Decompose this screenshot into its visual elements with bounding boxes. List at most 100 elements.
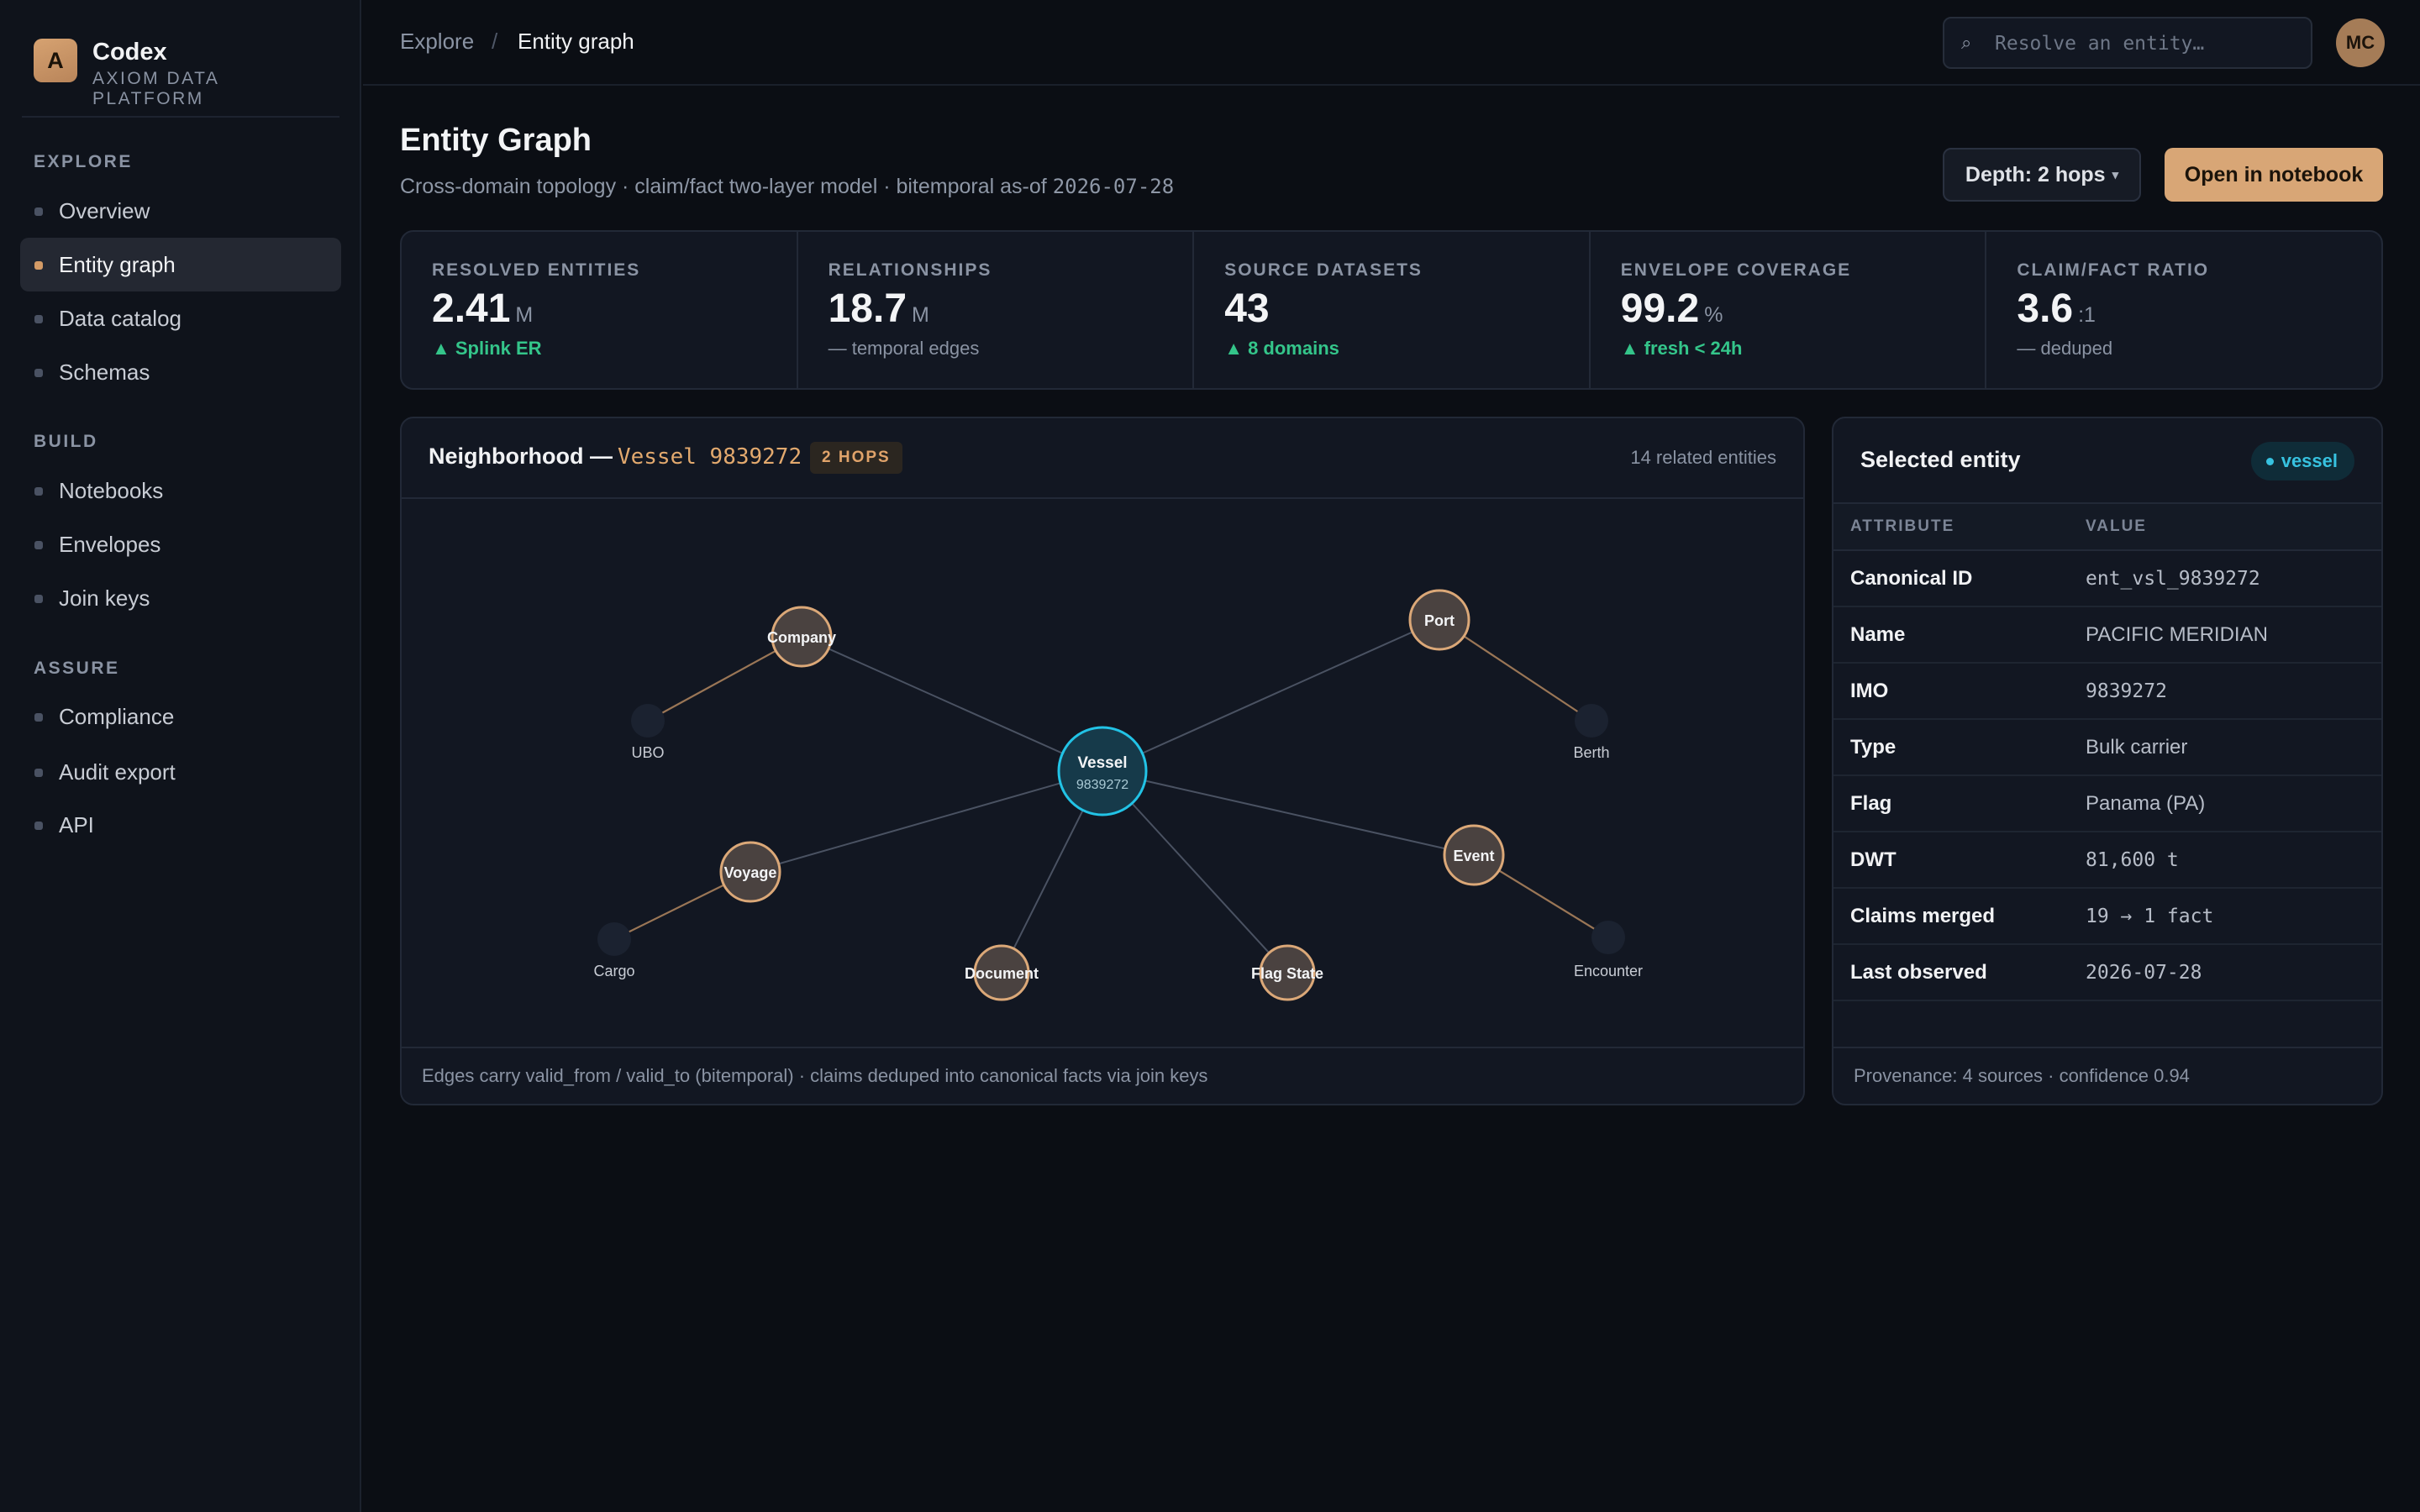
- graph-edge: [801, 636, 1103, 772]
- page-subtitle-date: 2026-07-28: [1052, 175, 1175, 198]
- stat-value: 43: [1224, 286, 1274, 332]
- stat-unit: %: [1704, 303, 1723, 327]
- stat-note: — deduped: [2017, 338, 2113, 359]
- search-icon: ⌕: [1961, 32, 1972, 53]
- graph-node-label: Event: [1453, 848, 1494, 864]
- graph-node-cargo[interactable]: Cargo: [593, 922, 635, 979]
- stat-number: 3.6: [2017, 286, 2074, 331]
- attribute-cell: IMO: [1833, 663, 2086, 720]
- graph-node-vessel-center[interactable]: Vessel 9839272: [1057, 726, 1148, 816]
- table-row[interactable]: Claims merged 19 → 1 fact: [1833, 888, 2381, 945]
- search-box[interactable]: ⌕: [1943, 17, 2312, 69]
- graph-node-voyage[interactable]: Voyage: [719, 841, 781, 903]
- value-cell: 81,600 t: [2086, 832, 2381, 889]
- stat-label: SOURCE DATASETS: [1224, 260, 1423, 280]
- table-row[interactable]: Type Bulk carrier: [1833, 719, 2381, 776]
- graph-title-prefix: Neighborhood —: [429, 444, 613, 469]
- stat-relationships: RELATIONSHIPS 18.7 M — temporal edges: [798, 232, 1195, 388]
- sidebar-item-label: Schemas: [59, 359, 150, 385]
- graph-node-berth[interactable]: Berth: [1573, 704, 1610, 761]
- nav-section-assure: ASSURE: [34, 659, 120, 678]
- sidebar-item-label: Data catalog: [59, 305, 182, 331]
- brand[interactable]: A Codex AXIOM DATA PLATFORM: [34, 39, 336, 108]
- sidebar-item-label: Envelopes: [59, 531, 161, 557]
- page-title: Entity Graph: [400, 123, 592, 158]
- graph-node-label: Vessel: [1077, 754, 1127, 772]
- entity-panel-header: Selected entity vessel: [1833, 418, 2381, 502]
- stat-number: 99.2: [1620, 286, 1700, 331]
- stat-value: 18.7 M: [829, 286, 929, 332]
- depth-dropdown[interactable]: Depth: 2 hops ▾: [1943, 148, 2141, 202]
- entity-graph-canvas[interactable]: UBO Berth Cargo Encounter Company Port V…: [402, 501, 1803, 1050]
- graph-node-document[interactable]: Document: [965, 944, 1039, 1001]
- table-row[interactable]: Last observed 2026-07-28: [1833, 944, 2381, 1001]
- stat-value: 2.41 M: [432, 286, 533, 332]
- sidebar-item-entity-graph[interactable]: Entity graph: [20, 238, 341, 291]
- graph-node-label: Encounter: [1574, 963, 1643, 979]
- stat-unit: :1: [2078, 303, 2096, 327]
- nav-section-build: BUILD: [34, 432, 98, 451]
- stat-note: ▲ Splink ER: [432, 338, 542, 359]
- open-notebook-button[interactable]: Open in notebook: [2165, 148, 2383, 202]
- breadcrumb-explore[interactable]: Explore: [400, 29, 474, 55]
- sidebar-item-schemas[interactable]: Schemas: [20, 345, 341, 399]
- graph-node-flag-state[interactable]: Flag State: [1251, 944, 1323, 1001]
- avatar[interactable]: MC: [2336, 18, 2385, 67]
- graph-node-port[interactable]: Port: [1408, 589, 1470, 651]
- graph-node-ubo[interactable]: UBO: [631, 704, 665, 761]
- sidebar-item-compliance[interactable]: Compliance: [20, 690, 341, 743]
- stat-note: — temporal edges: [828, 338, 980, 359]
- selected-entity-panel: Selected entity vessel ATTRIBUTE VALUE C…: [1832, 417, 2383, 1105]
- column-header-attribute: ATTRIBUTE: [1833, 502, 2086, 551]
- sidebar-item-notebooks[interactable]: Notebooks: [20, 464, 341, 517]
- sidebar-item-overview[interactable]: Overview: [20, 184, 341, 238]
- brand-divider: [22, 116, 339, 118]
- graph-node-label: Flag State: [1251, 965, 1323, 982]
- value-cell: PACIFIC MERIDIAN: [2086, 606, 2381, 664]
- stat-envelope-coverage: ENVELOPE COVERAGE 99.2% ▲ fresh < 24h: [1591, 232, 1987, 388]
- sidebar-item-label: Compliance: [59, 703, 175, 729]
- brand-subtitle: AXIOM DATA PLATFORM: [92, 69, 219, 108]
- stat-source-datasets: SOURCE DATASETS 43 ▲ 8 domains: [1194, 232, 1591, 388]
- graph-node-label: Cargo: [593, 963, 634, 979]
- stat-number: 18.7: [828, 286, 908, 331]
- stats-bar: RESOLVED ENTITIES 2.41 M ▲ Splink ER RELA…: [400, 230, 2383, 390]
- table-row[interactable]: IMO 9839272: [1833, 663, 2381, 720]
- chevron-down-icon: ▾: [2112, 168, 2119, 182]
- graph-node-label: Document: [965, 965, 1039, 982]
- table-row[interactable]: Canonical ID ent_vsl_9839272: [1833, 550, 2381, 607]
- stat-number: 2.41: [432, 286, 511, 331]
- stat-unit: M: [515, 303, 534, 327]
- value-cell: 19 → 1 fact: [2086, 888, 2381, 945]
- hops-badge: 2 HOPS: [810, 442, 902, 474]
- graph-node-company[interactable]: Company: [767, 606, 836, 668]
- stat-value: 99.2%: [1621, 286, 1723, 332]
- sidebar-item-data-catalog[interactable]: Data catalog: [20, 291, 341, 345]
- stat-unit: M: [912, 303, 929, 327]
- brand-logo: A: [34, 39, 77, 82]
- table-row[interactable]: Flag Panama (PA): [1833, 775, 2381, 832]
- topbar: Explore / Entity graph ⌕ MC: [363, 0, 2420, 86]
- table-row[interactable]: Name PACIFIC MERIDIAN: [1833, 606, 2381, 664]
- sidebar-item-join-keys[interactable]: Join keys: [20, 571, 341, 625]
- sidebar-item-label: Entity graph: [59, 251, 176, 277]
- sidebar-item-api[interactable]: API: [20, 798, 341, 852]
- nav-dot: [34, 207, 43, 216]
- graph-panel-footer: Edges carry valid_from / valid_to (bitem…: [402, 1047, 1803, 1104]
- sidebar-item-label: Overview: [59, 197, 150, 223]
- nav-section-explore: EXPLORE: [34, 152, 133, 171]
- attribute-cell: Flag: [1833, 775, 2086, 832]
- graph-edge: [1102, 619, 1440, 772]
- graph-node-circle: [597, 922, 631, 956]
- sidebar-item-envelopes[interactable]: Envelopes: [20, 517, 341, 571]
- search-input[interactable]: [1995, 29, 2297, 59]
- graph-entity-label[interactable]: Vessel 9839272: [618, 444, 802, 470]
- graph-node-encounter[interactable]: Encounter: [1574, 921, 1643, 979]
- graph-node-circle: [1575, 704, 1608, 738]
- value-cell: 2026-07-28: [2086, 944, 2381, 1001]
- stat-label: CLAIM/FACT RATIO: [2017, 260, 2210, 280]
- graph-node-event[interactable]: Event: [1443, 824, 1505, 886]
- table-row[interactable]: DWT 81,600 t: [1833, 832, 2381, 889]
- graph-panel-header: Neighborhood — Vessel 9839272 2 HOPS 14 r…: [402, 418, 1803, 499]
- sidebar-item-audit-export[interactable]: Audit export: [20, 745, 341, 799]
